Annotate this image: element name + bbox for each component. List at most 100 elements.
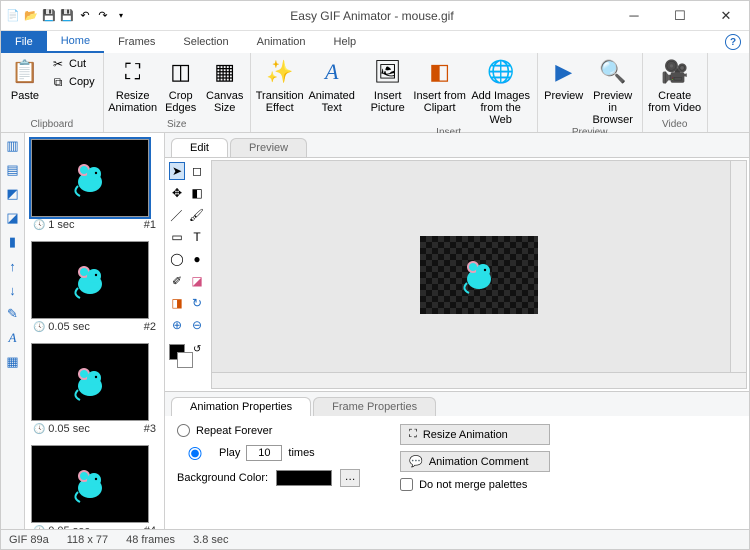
tab-selection[interactable]: Selection (169, 31, 242, 53)
mouse-sprite (70, 158, 110, 198)
frame-item[interactable]: 0.05 sec#2 (31, 241, 158, 333)
resize-animation-button[interactable]: ⛶Resize Animation (108, 56, 158, 114)
editor-tabs: Edit Preview (165, 133, 749, 157)
tab-home[interactable]: Home (47, 31, 104, 53)
pointer-tool[interactable]: ➤ (169, 162, 185, 180)
lefttool-up-icon[interactable]: ↑ (4, 257, 22, 275)
background-swatch[interactable] (177, 352, 193, 368)
lefttool-3[interactable]: ◩ (4, 185, 22, 203)
swap-colors-icon[interactable]: ↺ (193, 344, 201, 355)
eyedropper-tool[interactable]: ✐ (169, 272, 185, 290)
file-tab[interactable]: File (1, 31, 47, 53)
rect-tool[interactable]: ▭ (169, 228, 185, 246)
fill-tool[interactable]: ● (189, 250, 205, 268)
tab-help[interactable]: Help (320, 31, 371, 53)
mouse-sprite (459, 255, 499, 295)
lefttool-grid-icon[interactable]: ▦ (4, 353, 22, 371)
close-button[interactable]: ✕ (703, 1, 749, 31)
edit-tab[interactable]: Edit (171, 138, 228, 157)
canvas-icon: ▦ (211, 58, 239, 86)
no-merge-palettes-checkbox[interactable]: Do not merge palettes (400, 478, 550, 491)
vertical-scrollbar[interactable] (730, 161, 746, 388)
frame-thumbnail[interactable] (31, 445, 149, 523)
transition-effect-button[interactable]: ✨Transition Effect (255, 56, 305, 114)
frame-item[interactable]: 0.05 sec#3 (31, 343, 158, 435)
lefttool-4[interactable]: ◪ (4, 209, 22, 227)
qat-open-icon[interactable]: 📂 (23, 8, 39, 24)
minimize-button[interactable]: ─ (611, 1, 657, 31)
canvas-viewport[interactable] (211, 160, 747, 389)
horizontal-scrollbar[interactable] (212, 372, 746, 388)
video-icon: 🎥 (661, 58, 689, 86)
text-tool[interactable]: T (189, 228, 205, 246)
tab-animation[interactable]: Animation (243, 31, 320, 53)
qat-new-icon[interactable]: 📄 (5, 8, 21, 24)
qat-dropdown-icon[interactable]: ▾ (113, 8, 129, 24)
preview-tab[interactable]: Preview (230, 138, 307, 157)
animated-text-button[interactable]: AAnimated Text (307, 56, 357, 114)
add-images-web-button[interactable]: 🌐Add Images from the Web (469, 56, 533, 126)
eraser-tool[interactable]: ◪ (189, 272, 205, 290)
canvas-size-button[interactable]: ▦Canvas Size (204, 56, 246, 114)
create-from-video-button[interactable]: 🎥Create from Video (647, 56, 703, 114)
rotate-tool[interactable]: ↻ (189, 294, 205, 312)
frame-item[interactable]: 0.05 sec#4 (31, 445, 158, 529)
lefttool-2[interactable]: ▤ (4, 161, 22, 179)
mouse-sprite (70, 362, 110, 402)
paste-button[interactable]: 📋 Paste (5, 56, 45, 102)
qat-save-icon[interactable]: 💾 (41, 8, 57, 24)
paste-label: Paste (11, 90, 39, 102)
resize-animation-button-2[interactable]: ⛶Resize Animation (400, 424, 550, 445)
group-insert: 🖼Insert Picture ◧Insert from Clipart 🌐Ad… (361, 53, 538, 132)
insert-clipart-button[interactable]: ◧Insert from Clipart (413, 56, 467, 114)
animation-comment-button[interactable]: 💬Animation Comment (400, 451, 550, 472)
frame-thumbnail[interactable] (31, 343, 149, 421)
picture-icon: 🖼 (374, 58, 402, 86)
crop-tool[interactable]: ◧ (189, 184, 205, 202)
bg-picker-button[interactable]: … (340, 469, 360, 487)
maximize-button[interactable]: ☐ (657, 1, 703, 31)
preview-browser-button[interactable]: 🔍Preview in Browser (588, 56, 638, 126)
qat-redo-icon[interactable]: ↷ (95, 8, 111, 24)
tab-frames[interactable]: Frames (104, 31, 169, 53)
line-tool[interactable]: ／ (169, 206, 184, 224)
lefttool-1[interactable]: ▥ (4, 137, 22, 155)
brush-tool[interactable]: 🖌 (188, 206, 205, 224)
frame-item[interactable]: 1 sec#1 (31, 139, 158, 231)
move-tool[interactable]: ✥ (169, 184, 185, 202)
zoom-out-tool[interactable]: ⊖ (189, 316, 205, 334)
bg-swatch[interactable] (276, 470, 332, 486)
ellipse-tool[interactable]: ◯ (169, 250, 185, 268)
lefttool-text-icon[interactable]: A (4, 329, 22, 347)
marquee-tool[interactable]: ◻ (189, 162, 205, 180)
qat-saveas-icon[interactable]: 💾 (59, 8, 75, 24)
help-icon[interactable]: ? (725, 34, 741, 50)
qat-undo-icon[interactable]: ↶ (77, 8, 93, 24)
lefttool-down-icon[interactable]: ↓ (4, 281, 22, 299)
lefttool-5[interactable]: ▮ (4, 233, 22, 251)
copy-label: Copy (69, 76, 95, 88)
animation-properties-tab[interactable]: Animation Properties (171, 397, 311, 416)
copy-button[interactable]: ⧉Copy (47, 74, 99, 90)
preview-button[interactable]: ▶Preview (542, 56, 586, 102)
flip-h-tool[interactable]: ◨ (169, 294, 185, 312)
cut-button[interactable]: ✂Cut (47, 56, 99, 72)
play-count-input[interactable] (246, 445, 282, 461)
insert-picture-button[interactable]: 🖼Insert Picture (365, 56, 411, 114)
frame-thumbnail[interactable] (31, 241, 149, 319)
crop-edges-button[interactable]: ◫Crop Edges (160, 56, 202, 114)
repeat-forever-radio[interactable]: Repeat Forever (177, 424, 360, 437)
play-n-times-radio[interactable]: Play times (177, 445, 360, 461)
window-title: Easy GIF Animator - mouse.gif (133, 9, 611, 23)
color-swatches[interactable]: ↺ (169, 344, 205, 370)
canvas-frame[interactable] (420, 236, 538, 314)
mouse-sprite (70, 260, 110, 300)
frame-properties-tab[interactable]: Frame Properties (313, 397, 436, 416)
frame-thumbnail[interactable] (31, 139, 149, 217)
zoom-in-tool[interactable]: ⊕ (169, 316, 185, 334)
mouse-sprite (70, 464, 110, 504)
status-bar: GIF 89a 118 x 77 48 frames 3.8 sec (1, 529, 749, 549)
lefttool-edit-icon[interactable]: ✎ (4, 305, 22, 323)
group-effects-label (255, 118, 357, 131)
frame-list[interactable]: 1 sec#1 0.05 sec#2 0.05 sec#3 0.05 sec#4 (25, 133, 165, 529)
